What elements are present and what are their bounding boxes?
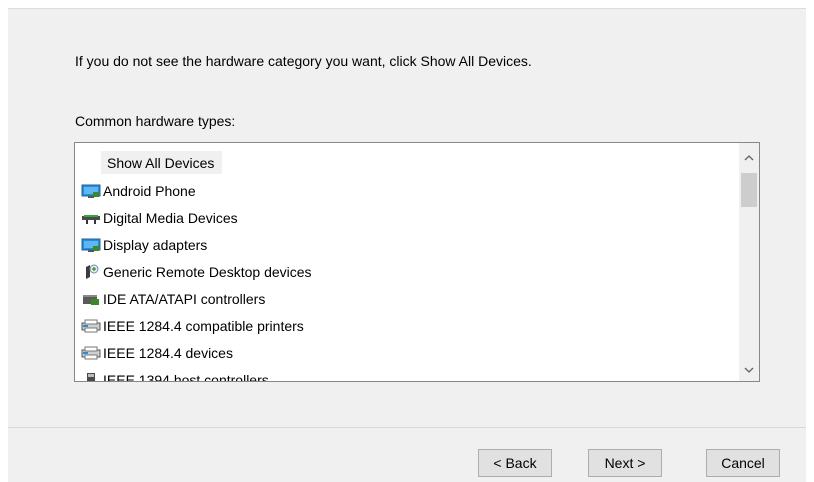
cancel-button[interactable]: Cancel <box>706 449 780 477</box>
media-device-icon <box>81 210 101 226</box>
list-item-ide-ata-atapi-controllers[interactable]: IDE ATA/ATAPI controllers <box>81 287 265 311</box>
hardware-type-list[interactable]: Show All Devices Android Phone Digital M… <box>74 142 760 382</box>
list-item-display-adapters[interactable]: Display adapters <box>81 233 207 257</box>
list-item-label: Generic Remote Desktop devices <box>103 264 312 280</box>
wizard-panel: If you do not see the hardware category … <box>8 8 806 482</box>
list-scrollbar[interactable] <box>739 143 759 381</box>
list-item-label: IEEE 1284.4 devices <box>103 345 233 361</box>
list-item-label: Digital Media Devices <box>103 210 238 226</box>
list-item-label: IEEE 1284.4 compatible printers <box>103 318 304 334</box>
remote-desktop-icon <box>81 264 101 280</box>
monitor-icon <box>81 237 101 253</box>
list-item-generic-remote-desktop-devices[interactable]: Generic Remote Desktop devices <box>81 260 312 284</box>
printer-icon <box>81 345 101 361</box>
scrollbar-thumb[interactable] <box>741 173 757 207</box>
footer-divider <box>8 427 806 428</box>
monitor-icon <box>81 183 101 199</box>
list-item-ieee-1284-4-devices[interactable]: IEEE 1284.4 devices <box>81 341 233 365</box>
plug-icon <box>81 372 101 381</box>
list-item-label: IEEE 1394 host controllers <box>103 372 269 382</box>
list-item-label: Display adapters <box>103 237 208 253</box>
printer-icon <box>81 318 101 334</box>
scroll-down-arrow-icon[interactable] <box>739 361 759 379</box>
list-item-label: Android Phone <box>103 183 196 199</box>
disk-controller-icon <box>81 291 101 307</box>
list-item-ieee-1284-4-compatible-printers[interactable]: IEEE 1284.4 compatible printers <box>81 314 304 338</box>
instruction-text: If you do not see the hardware category … <box>75 53 532 69</box>
back-button[interactable]: < Back <box>478 449 552 477</box>
list-item-label: IDE ATA/ATAPI controllers <box>103 291 266 307</box>
next-button[interactable]: Next > <box>588 449 662 477</box>
list-item-ieee-1394-host-controllers[interactable]: IEEE 1394 host controllers <box>81 368 269 382</box>
list-item-android-phone[interactable]: Android Phone <box>81 179 196 203</box>
scroll-up-arrow-icon[interactable] <box>739 149 759 167</box>
list-item-show-all-devices[interactable]: Show All Devices <box>101 151 223 174</box>
list-label: Common hardware types: <box>75 113 236 129</box>
list-item-digital-media-devices[interactable]: Digital Media Devices <box>81 206 238 230</box>
list-item-label: Show All Devices <box>107 154 215 171</box>
